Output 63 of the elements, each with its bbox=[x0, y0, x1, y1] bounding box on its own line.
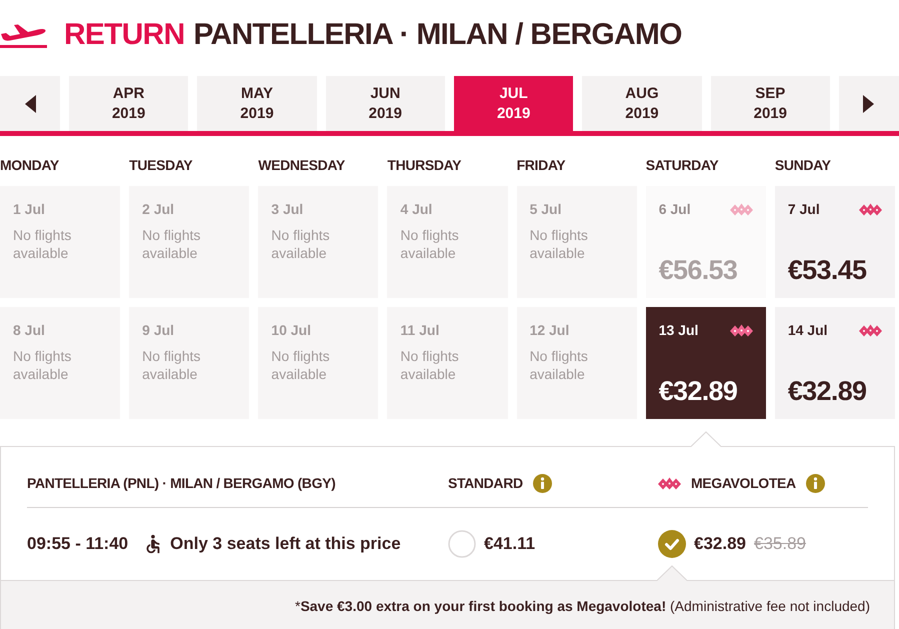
day-date: 9 Jul bbox=[142, 321, 176, 339]
day-cell[interactable]: 7 Jul €53.45 bbox=[774, 186, 895, 298]
original-fare-price: €35.89 bbox=[754, 533, 806, 555]
previous-month-button[interactable] bbox=[0, 76, 60, 131]
next-month-button[interactable] bbox=[838, 76, 899, 131]
month-tab[interactable]: APR 2019 bbox=[69, 76, 188, 131]
day-price: €56.53 bbox=[658, 257, 738, 284]
day-date: 12 Jul bbox=[530, 321, 570, 339]
info-icon[interactable] bbox=[532, 474, 552, 492]
promo-note: *Save €3.00 extra on your first booking as Megavolotea! (Administrative fee not included) bbox=[294, 596, 870, 616]
fare-price: €32.89 bbox=[694, 533, 746, 555]
weekday-label: FRIDAY bbox=[516, 156, 566, 175]
day-date: 13 Jul bbox=[658, 321, 698, 339]
weekday-label: SUNDAY bbox=[774, 156, 832, 175]
month-tab[interactable]: JUN 2019 bbox=[326, 76, 445, 131]
day-price: €53.45 bbox=[788, 257, 868, 284]
day-date: 8 Jul bbox=[13, 321, 46, 339]
no-flights-note: No flights available bbox=[13, 226, 72, 262]
no-flights-note: No flights available bbox=[271, 226, 331, 262]
day-date: 1 Jul bbox=[13, 200, 46, 218]
flight-times: 09:55 - 11:40 bbox=[27, 533, 128, 555]
no-flights-note: No flights available bbox=[271, 347, 331, 383]
day-date: 5 Jul bbox=[530, 200, 562, 218]
no-flights-note: No flights available bbox=[400, 347, 460, 383]
day-price: €32.89 bbox=[658, 378, 738, 405]
day-date: 6 Jul bbox=[658, 200, 691, 218]
day-price: €32.89 bbox=[788, 378, 868, 405]
no-flights-note: No flights available bbox=[530, 226, 589, 262]
trip-type-label: RETURN bbox=[64, 20, 184, 50]
weekday-label: MONDAY bbox=[0, 156, 60, 175]
weekday-label: TUESDAY bbox=[129, 156, 194, 175]
flight-route: PANTELLERIA (PNL) · MILAN / BERGAMO (BGY) bbox=[27, 474, 336, 493]
left-triangle-icon bbox=[24, 94, 36, 112]
weekday-label: THURSDAY bbox=[387, 156, 462, 175]
day-date: 7 Jul bbox=[788, 200, 820, 218]
no-flights-note: No flights available bbox=[142, 347, 202, 383]
fare-radio[interactable] bbox=[658, 530, 686, 558]
day-cell[interactable]: 13 Jul €32.89 bbox=[646, 307, 766, 419]
month-tab[interactable]: MAY 2019 bbox=[197, 76, 317, 131]
seats-left-note: Only 3 seats left at this price bbox=[170, 533, 401, 555]
month-tab[interactable]: AUG 2019 bbox=[582, 76, 702, 131]
day-date: 11 Jul bbox=[400, 321, 440, 339]
day-date: 14 Jul bbox=[788, 321, 828, 339]
weekday-label: WEDNESDAY bbox=[258, 156, 346, 175]
fare-price: €41.11 bbox=[484, 533, 536, 555]
month-tab[interactable]: JUL 2019 bbox=[454, 76, 574, 131]
weekday-label: SATURDAY bbox=[646, 156, 720, 175]
fare-name: STANDARD bbox=[448, 474, 523, 493]
month-tab[interactable]: SEP 2019 bbox=[710, 76, 830, 131]
no-flights-note: No flights available bbox=[13, 347, 72, 383]
right-triangle-icon bbox=[863, 94, 874, 112]
day-date: 2 Jul bbox=[142, 200, 176, 218]
day-date: 10 Jul bbox=[271, 321, 312, 339]
no-flights-note: No flights available bbox=[530, 347, 589, 383]
day-cell[interactable]: 14 Jul €32.89 bbox=[774, 307, 895, 419]
no-flights-note: No flights available bbox=[142, 226, 202, 262]
no-flights-note: No flights available bbox=[400, 226, 460, 262]
fare-name: MEGAVOLOTEA bbox=[691, 474, 796, 493]
day-date: 3 Jul bbox=[271, 200, 304, 218]
fare-radio[interactable] bbox=[448, 530, 476, 558]
info-icon[interactable] bbox=[806, 474, 825, 492]
day-date: 4 Jul bbox=[400, 200, 434, 218]
route-title: PANTELLERIA · MILAN / BERGAMO bbox=[194, 20, 682, 50]
